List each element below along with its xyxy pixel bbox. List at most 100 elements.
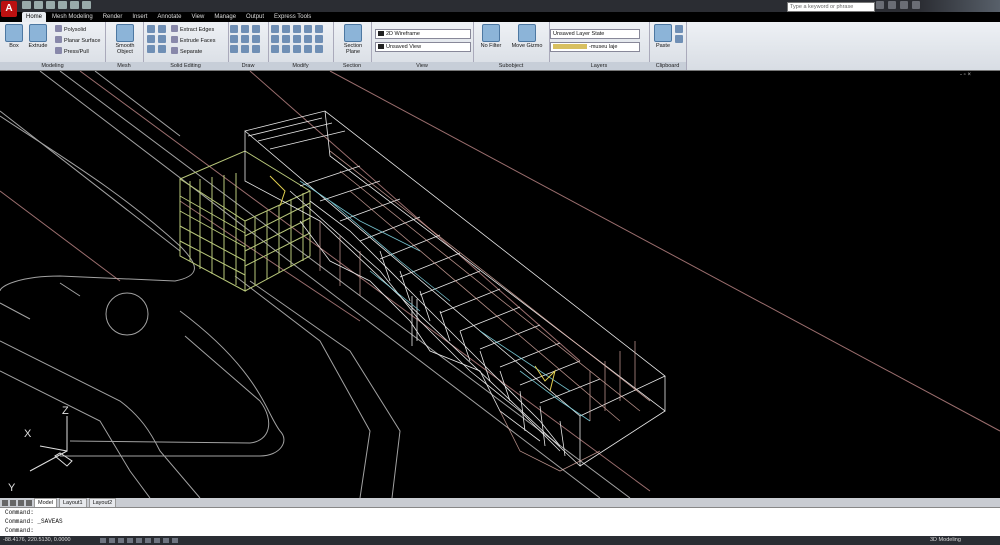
layers-panel-title[interactable]: Layers <box>549 62 649 70</box>
tab-layout1[interactable]: Layout1 <box>58 497 87 508</box>
interfere-icon[interactable] <box>147 45 155 53</box>
undo-icon[interactable] <box>58 1 67 9</box>
mirror-icon[interactable] <box>304 25 312 33</box>
presspull-button[interactable]: Press/Pull <box>55 47 89 56</box>
tab-view[interactable]: View <box>187 12 208 22</box>
trim-icon[interactable] <box>304 35 312 43</box>
copy-clip-icon[interactable] <box>675 35 683 43</box>
modify-panel-title[interactable]: Modify <box>268 62 333 70</box>
explode-icon[interactable] <box>293 45 301 53</box>
command-prompt[interactable]: Command: <box>0 526 1000 535</box>
tab-manage[interactable]: Manage <box>210 12 240 22</box>
move-icon[interactable] <box>271 25 279 33</box>
save-icon[interactable] <box>46 1 55 9</box>
polysolid-button[interactable]: Polysolid <box>55 25 86 34</box>
last-tab-icon[interactable] <box>26 499 32 506</box>
rectangle-icon[interactable] <box>241 35 249 43</box>
section-panel-title[interactable]: Section <box>333 62 371 70</box>
hatch-icon[interactable] <box>241 45 249 53</box>
view-panel-title[interactable]: View <box>371 62 473 70</box>
clipboard-panel-title[interactable]: Clipboard <box>649 62 686 70</box>
section-plane-button[interactable]: Section Plane <box>339 24 367 55</box>
arc-icon[interactable] <box>252 25 260 33</box>
array-icon[interactable] <box>282 35 290 43</box>
extrude-button[interactable]: Extrude <box>25 24 51 49</box>
plot-icon[interactable] <box>82 1 91 9</box>
box-button[interactable]: Box <box>1 24 27 49</box>
polar-icon[interactable] <box>127 538 133 543</box>
solid-editing-panel-title[interactable]: Solid Editing <box>143 62 228 70</box>
previous-tab-icon[interactable] <box>10 499 16 506</box>
snap-icon[interactable] <box>100 538 106 543</box>
lineweight-icon[interactable] <box>172 538 178 543</box>
workspace-switch[interactable]: 3D Modeling <box>930 536 961 545</box>
polyline-icon[interactable] <box>241 25 249 33</box>
layer-dropdown[interactable]: -museu laje <box>550 42 640 52</box>
cut-icon[interactable] <box>675 25 683 33</box>
ortho-icon[interactable] <box>118 538 124 543</box>
communication-icon[interactable] <box>888 1 896 9</box>
ducs-icon[interactable] <box>154 538 160 543</box>
rotate-icon[interactable] <box>282 25 290 33</box>
intersect-icon[interactable] <box>147 35 155 43</box>
help-icon[interactable] <box>912 1 920 9</box>
scale-icon[interactable] <box>293 35 301 43</box>
region-icon[interactable] <box>252 45 260 53</box>
favorites-icon[interactable] <box>900 1 908 9</box>
search-input[interactable]: Type a keyword or phrase <box>787 2 875 12</box>
first-tab-icon[interactable] <box>2 499 8 506</box>
tab-layout2[interactable]: Layout2 <box>88 497 117 508</box>
smooth-object-button[interactable]: Smooth Object <box>111 24 139 55</box>
search-icon[interactable] <box>876 1 884 9</box>
next-tab-icon[interactable] <box>18 499 24 506</box>
tab-render[interactable]: Render <box>99 12 127 22</box>
spline-icon[interactable] <box>252 35 260 43</box>
application-menu-button[interactable]: A <box>1 1 17 17</box>
dyn-icon[interactable] <box>163 538 169 543</box>
tab-home[interactable]: Home <box>22 12 47 22</box>
planar-surface-button[interactable]: Planar Surface <box>55 36 100 45</box>
separate-button[interactable]: Separate <box>171 47 202 56</box>
chamfer-icon[interactable] <box>315 45 323 53</box>
subtract-icon[interactable] <box>158 25 166 33</box>
command-window[interactable]: Command: Command: _SAVEAS Command: <box>0 507 1000 537</box>
mesh-panel-title[interactable]: Mesh <box>105 62 143 70</box>
otrack-icon[interactable] <box>145 538 151 543</box>
paste-button[interactable]: Paste <box>652 24 674 49</box>
subobject-panel-title[interactable]: Subobject <box>473 62 549 70</box>
tab-insert[interactable]: Insert <box>128 12 151 22</box>
tab-express-tools[interactable]: Express Tools <box>270 12 315 22</box>
line-icon[interactable] <box>230 25 238 33</box>
circle-icon[interactable] <box>230 35 238 43</box>
tab-mesh-modeling[interactable]: Mesh Modeling <box>48 12 97 22</box>
slice-icon[interactable] <box>158 35 166 43</box>
fillet-icon[interactable] <box>315 25 323 33</box>
modeling-panel-title[interactable]: Modeling <box>0 62 105 70</box>
open-icon[interactable] <box>34 1 43 9</box>
no-filter-button[interactable]: No Filter <box>476 24 506 49</box>
offset-icon[interactable] <box>315 35 323 43</box>
redo-icon[interactable] <box>70 1 79 9</box>
stretch-icon[interactable] <box>271 45 279 53</box>
extrude-faces-button[interactable]: Extrude Faces <box>171 36 215 45</box>
erase-icon[interactable] <box>282 45 290 53</box>
move-gizmo-button[interactable]: Move Gizmo <box>509 24 545 49</box>
visual-style-dropdown[interactable]: 2D Wireframe <box>375 29 471 39</box>
union-icon[interactable] <box>147 25 155 33</box>
draw-panel-title[interactable]: Draw <box>228 62 268 70</box>
layer-state-dropdown[interactable]: Unsaved Layer State <box>550 29 640 39</box>
ellipse-icon[interactable] <box>230 45 238 53</box>
align-icon[interactable] <box>293 25 301 33</box>
tab-model[interactable]: Model <box>34 497 57 508</box>
copy-icon[interactable] <box>271 35 279 43</box>
new-icon[interactable] <box>22 1 31 9</box>
named-view-dropdown[interactable]: Unsaved View <box>375 42 471 52</box>
tab-output[interactable]: Output <box>242 12 268 22</box>
osnap-icon[interactable] <box>136 538 142 543</box>
tab-annotate[interactable]: Annotate <box>153 12 185 22</box>
viewport-controls[interactable]: - ▫ × <box>960 72 971 78</box>
extract-edges-button[interactable]: Extract Edges <box>171 25 214 34</box>
join-icon[interactable] <box>304 45 312 53</box>
drawing-viewport[interactable]: - ▫ × Z X Y <box>0 70 1000 499</box>
grid-icon[interactable] <box>109 538 115 543</box>
